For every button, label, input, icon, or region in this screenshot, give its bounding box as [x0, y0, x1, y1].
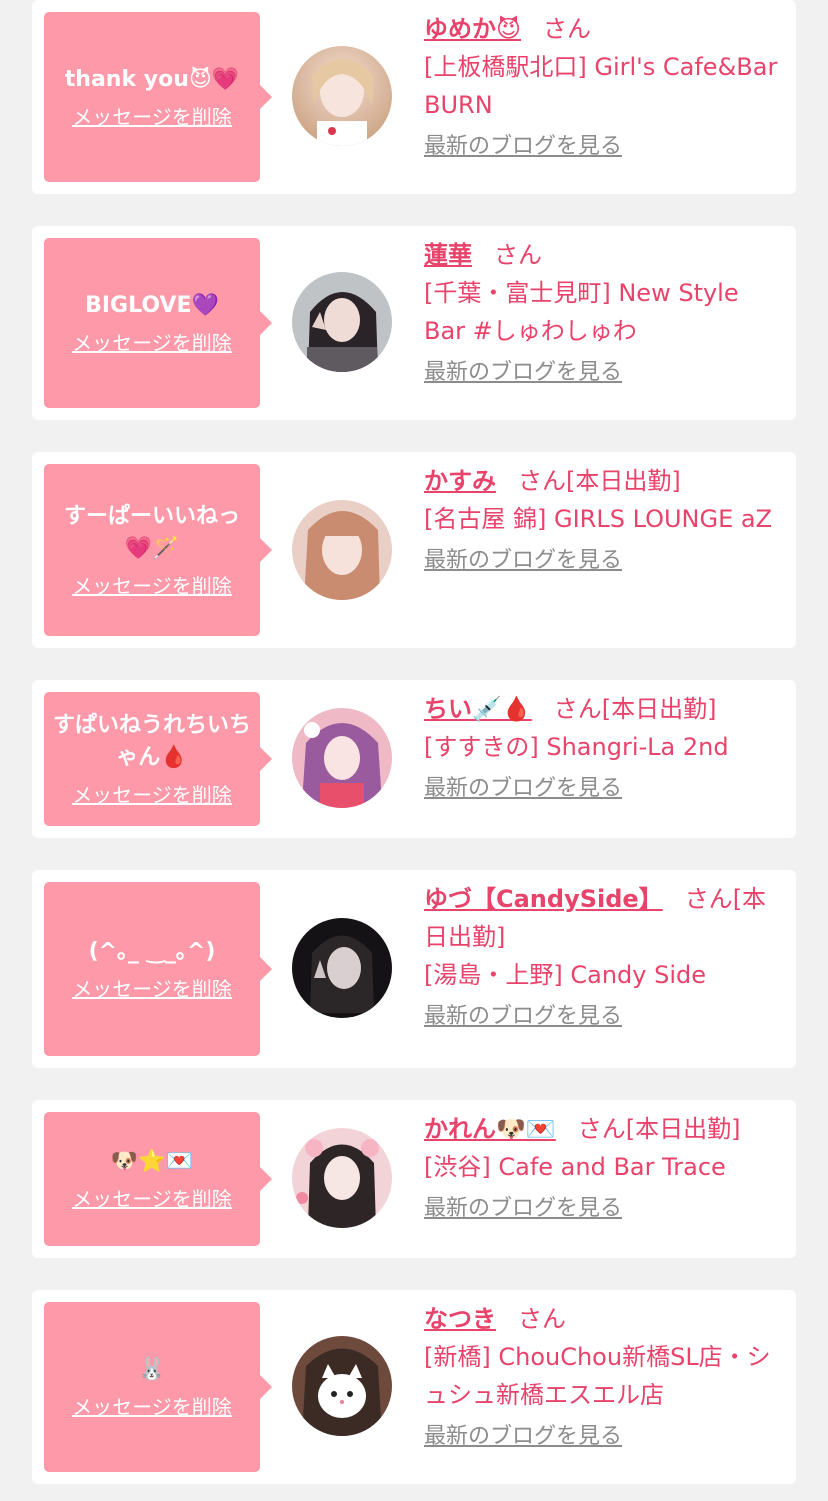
avatar[interactable]: [292, 1128, 392, 1228]
message-text: (^｡_ ‿_｡^): [88, 939, 216, 964]
message-bubble: (^｡_ ‿_｡^) メッセージを削除: [44, 882, 272, 1056]
message-card: (^｡_ ‿_｡^) メッセージを削除 ゆづ【CandySide】 さん[本日出勤…: [32, 870, 796, 1068]
cast-name-link[interactable]: ゆづ【CandySide】: [424, 885, 663, 913]
message-card: 🐶⭐💌 メッセージを削除 かれん🐶💌 さん[本日出勤] [渋谷] Cafe and…: [32, 1100, 796, 1258]
message-card: すーぱーいいねっ💗🪄 メッセージを削除 かすみ さん[本日出勤] [名古屋 錦] …: [32, 452, 796, 648]
status-label: [本日出勤]: [625, 1115, 741, 1143]
message-text: thank you😈💗: [64, 67, 240, 92]
san-label: さん: [518, 1305, 566, 1333]
avatar[interactable]: [292, 918, 392, 1018]
delete-message-link[interactable]: メッセージを削除: [72, 573, 232, 599]
san-label: さん: [494, 241, 542, 269]
message-bubble: 🐰 メッセージを削除: [44, 1302, 272, 1472]
delete-message-link[interactable]: メッセージを削除: [72, 1394, 232, 1420]
delete-message-link[interactable]: メッセージを削除: [72, 976, 232, 1002]
cast-name-link[interactable]: かれん🐶💌: [424, 1115, 556, 1143]
latest-blog-link[interactable]: 最新のブログを見る: [424, 356, 786, 390]
cast-info: なつき さん [新橋] ChouChou新橋SL店・シュシュ新橋エスエル店 最新の…: [424, 1300, 786, 1454]
cast-name-link[interactable]: なつき: [424, 1305, 496, 1333]
message-card: thank you😈💗 メッセージを削除 ゆめか😈 さん [上板橋駅北口] Gir…: [32, 0, 796, 194]
status-label: [本日出勤]: [601, 695, 717, 723]
message-card: 🐰 メッセージを削除 なつき さん [新橋] ChouChou新橋SL店・シュシュ…: [32, 1290, 796, 1484]
cast-name-link[interactable]: かすみ: [424, 467, 496, 495]
status-label: [本日出勤]: [566, 467, 681, 495]
delete-message-link[interactable]: メッセージを削除: [72, 330, 232, 356]
message-bubble: 🐶⭐💌 メッセージを削除: [44, 1112, 272, 1246]
latest-blog-link[interactable]: 最新のブログを見る: [424, 1420, 786, 1454]
shop-name: [すすきの] Shangri-La 2nd: [424, 733, 729, 761]
cast-info: 蓮華 さん [千葉・富士見町] New Style Bar #しゅわしゅわ 最新の…: [424, 236, 786, 390]
shop-name: [上板橋駅北口] Girl's Cafe&Bar BURN: [424, 53, 778, 119]
san-label: さん: [577, 1115, 626, 1143]
cast-info: ちい💉🩸 さん[本日出勤] [すすきの] Shangri-La 2nd 最新のブロ…: [424, 690, 786, 806]
message-card: BIGLOVE💜 メッセージを削除 蓮華 さん [千葉・富士見町] New Sty…: [32, 226, 796, 420]
latest-blog-link[interactable]: 最新のブログを見る: [424, 772, 786, 806]
message-text: すぱいねうれちいちゃん🩸: [52, 713, 251, 770]
shop-name: [新橋] ChouChou新橋SL店・シュシュ新橋エスエル店: [424, 1343, 771, 1409]
shop-name: [湯島・上野] Candy Side: [424, 961, 706, 989]
avatar[interactable]: [292, 46, 392, 146]
delete-message-link[interactable]: メッセージを削除: [72, 104, 232, 130]
message-bubble: すーぱーいいねっ💗🪄 メッセージを削除: [44, 464, 272, 636]
san-label: さん: [518, 467, 566, 495]
message-list: thank you😈💗 メッセージを削除 ゆめか😈 さん [上板橋駅北口] Gir…: [0, 0, 828, 1501]
latest-blog-link[interactable]: 最新のブログを見る: [424, 1000, 786, 1034]
message-bubble: BIGLOVE💜 メッセージを削除: [44, 238, 272, 408]
avatar[interactable]: [292, 272, 392, 372]
shop-name: [千葉・富士見町] New Style Bar #しゅわしゅわ: [424, 279, 739, 345]
avatar[interactable]: [292, 1336, 392, 1436]
latest-blog-link[interactable]: 最新のブログを見る: [424, 130, 786, 164]
message-text: 🐰: [138, 1357, 166, 1382]
cast-name-link[interactable]: ちい💉🩸: [424, 695, 532, 723]
message-card: すぱいねうれちいちゃん🩸 メッセージを削除 ちい💉🩸 さん[本日出勤] [すすきの…: [32, 680, 796, 838]
cast-name-link[interactable]: 蓮華: [424, 241, 472, 269]
latest-blog-link[interactable]: 最新のブログを見る: [424, 544, 786, 578]
delete-message-link[interactable]: メッセージを削除: [72, 1186, 232, 1212]
shop-name: [渋谷] Cafe and Bar Trace: [424, 1153, 726, 1181]
message-text: すーぱーいいねっ💗🪄: [63, 504, 240, 561]
shop-name: [名古屋 錦] GIRLS LOUNGE aZ: [424, 505, 773, 533]
latest-blog-link[interactable]: 最新のブログを見る: [424, 1192, 786, 1226]
cast-info: かすみ さん[本日出勤] [名古屋 錦] GIRLS LOUNGE aZ 最新のブ…: [424, 462, 786, 578]
message-bubble: すぱいねうれちいちゃん🩸 メッセージを削除: [44, 692, 272, 826]
avatar[interactable]: [292, 500, 392, 600]
message-text: BIGLOVE💜: [85, 293, 219, 318]
delete-message-link[interactable]: メッセージを削除: [72, 782, 232, 808]
cast-info: ゆめか😈 さん [上板橋駅北口] Girl's Cafe&Bar BURN 最新の…: [424, 10, 786, 164]
avatar[interactable]: [292, 708, 392, 808]
san-label: さん: [684, 885, 733, 913]
cast-info: ゆづ【CandySide】 さん[本日出勤] [湯島・上野] Candy Side…: [424, 880, 786, 1034]
message-bubble: thank you😈💗 メッセージを削除: [44, 12, 272, 182]
san-label: さん: [553, 695, 602, 723]
message-text: 🐶⭐💌: [110, 1149, 194, 1174]
cast-name-link[interactable]: ゆめか😈: [424, 15, 521, 43]
cast-info: かれん🐶💌 さん[本日出勤] [渋谷] Cafe and Bar Trace 最新…: [424, 1110, 786, 1226]
san-label: さん: [543, 15, 592, 43]
